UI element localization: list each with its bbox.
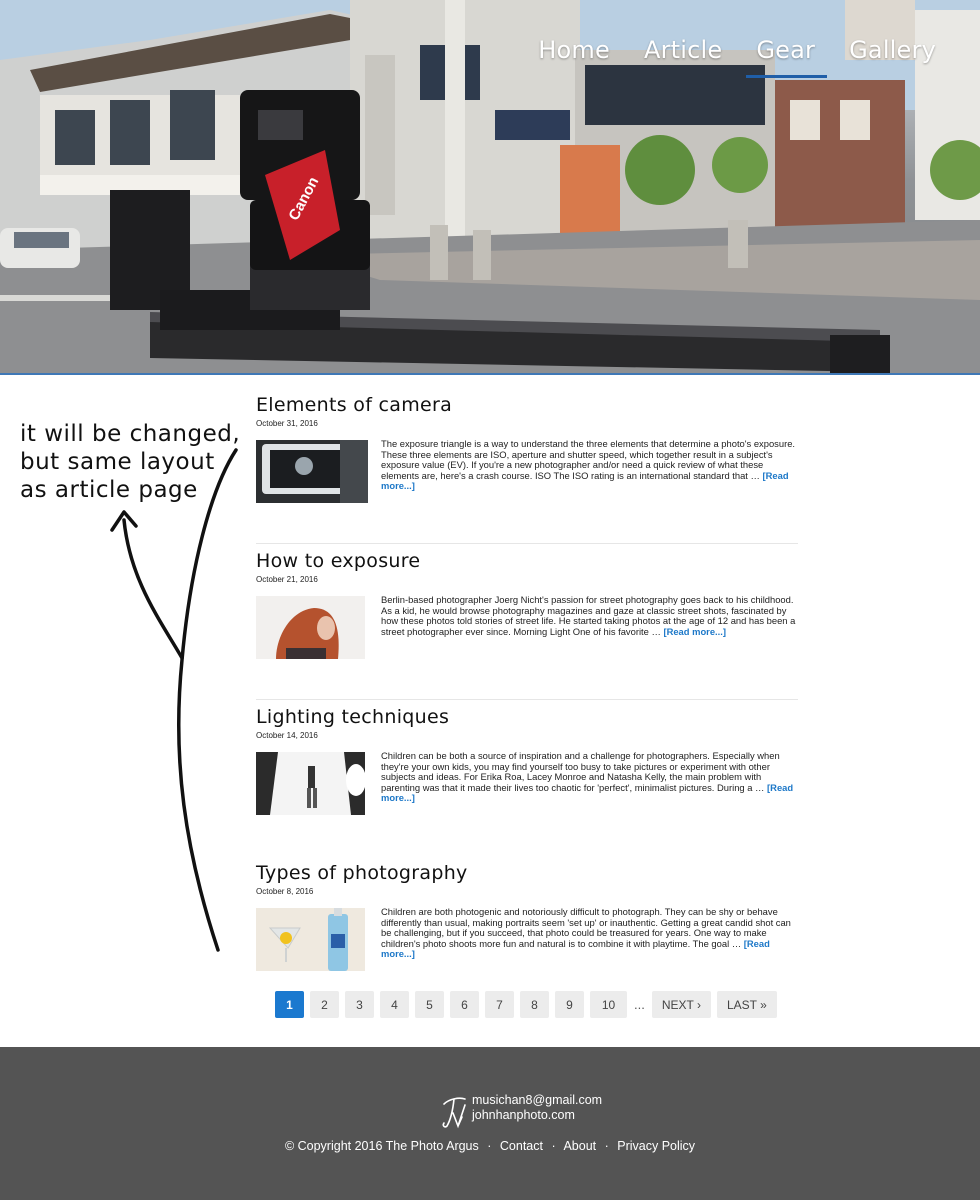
article-thumbnail[interactable]	[256, 908, 365, 971]
site-footer: musichan8@gmail.com johnhanphoto.com © C…	[0, 1047, 980, 1200]
glass-bottle-thumbnail-icon	[256, 908, 365, 971]
red-hair-portrait-thumbnail-icon	[256, 596, 365, 659]
article-excerpt: Children are both photogenic and notorio…	[381, 906, 799, 960]
article-excerpt: Berlin-based photographer Joerg Nicht's …	[381, 594, 799, 637]
page-3-button[interactable]: 3	[345, 991, 374, 1018]
article-excerpt-text: The exposure triangle is a way to unders…	[381, 438, 796, 481]
article-date: October 31, 2016	[256, 419, 318, 428]
footer-copyright: © Copyright 2016 The Photo Argus	[284, 1139, 479, 1153]
hero-divider	[0, 373, 980, 375]
article-item: Types of photography October 8, 2016 Chi…	[256, 856, 798, 1012]
footer-about-link[interactable]: About	[563, 1139, 596, 1153]
annotation-arrow-icon	[110, 448, 238, 952]
last-page-button[interactable]: LAST »	[716, 991, 777, 1018]
page-6-button[interactable]: 6	[450, 991, 479, 1018]
page-10-button[interactable]: 10	[590, 991, 627, 1018]
footer-separator: ·	[604, 1139, 609, 1153]
article-title[interactable]: Lighting techniques	[256, 706, 449, 728]
camera-screen-thumbnail-icon	[256, 440, 368, 503]
page-1-button[interactable]: 1	[275, 991, 304, 1018]
footer-separator: ·	[487, 1139, 492, 1153]
main-nav: Home Article Gear Gallery	[538, 36, 936, 78]
signature-logo-icon	[442, 1097, 466, 1129]
pagination: 1 2 3 4 5 6 7 8 9 10 ... NEXT › LAST »	[275, 991, 777, 1018]
footer-privacy-link[interactable]: Privacy Policy	[617, 1139, 695, 1153]
nav-home[interactable]: Home	[538, 36, 610, 64]
article-excerpt-text: Children are both photogenic and notorio…	[381, 906, 791, 949]
article-title[interactable]: Elements of camera	[256, 394, 452, 416]
article-date: October 8, 2016	[256, 887, 314, 896]
article-item: Elements of camera October 31, 2016 The …	[256, 388, 798, 544]
page-8-button[interactable]: 8	[520, 991, 549, 1018]
footer-website[interactable]: johnhanphoto.com	[472, 1108, 602, 1123]
article-date: October 21, 2016	[256, 575, 318, 584]
article-thumbnail[interactable]	[256, 596, 365, 659]
page-5-button[interactable]: 5	[415, 991, 444, 1018]
pagination-ellipsis: ...	[634, 997, 645, 1012]
footer-email[interactable]: musichan8@gmail.com	[472, 1093, 602, 1108]
footer-links: © Copyright 2016 The Photo Argus · Conta…	[0, 1139, 980, 1153]
page-7-button[interactable]: 7	[485, 991, 514, 1018]
article-thumbnail[interactable]	[256, 752, 365, 815]
nav-article[interactable]: Article	[644, 36, 722, 64]
article-title[interactable]: Types of photography	[256, 862, 468, 884]
article-excerpt: Children can be both a source of inspira…	[381, 750, 799, 804]
article-thumbnail[interactable]	[256, 440, 368, 503]
nav-gallery[interactable]: Gallery	[849, 36, 936, 64]
next-page-button[interactable]: NEXT ›	[651, 991, 711, 1018]
page-2-button[interactable]: 2	[310, 991, 339, 1018]
article-date: October 14, 2016	[256, 731, 318, 740]
article-excerpt-text: Children can be both a source of inspira…	[381, 750, 780, 793]
page-9-button[interactable]: 9	[555, 991, 584, 1018]
studio-lighting-thumbnail-icon	[256, 752, 365, 815]
footer-contact: musichan8@gmail.com johnhanphoto.com	[472, 1093, 602, 1123]
page-4-button[interactable]: 4	[380, 991, 409, 1018]
article-list: Elements of camera October 31, 2016 The …	[256, 388, 798, 1012]
article-item: How to exposure October 21, 2016 Berlin-…	[256, 544, 798, 700]
article-title[interactable]: How to exposure	[256, 550, 420, 572]
article-excerpt: The exposure triangle is a way to unders…	[381, 438, 799, 492]
nav-gear[interactable]: Gear	[746, 36, 827, 78]
footer-contact-link[interactable]: Contact	[500, 1139, 543, 1153]
article-item: Lighting techniques October 14, 2016 Chi…	[256, 700, 798, 856]
read-more-link[interactable]: [Read more...]	[663, 626, 726, 637]
footer-separator: ·	[551, 1139, 556, 1153]
article-excerpt-text: Berlin-based photographer Joerg Nicht's …	[381, 594, 796, 637]
